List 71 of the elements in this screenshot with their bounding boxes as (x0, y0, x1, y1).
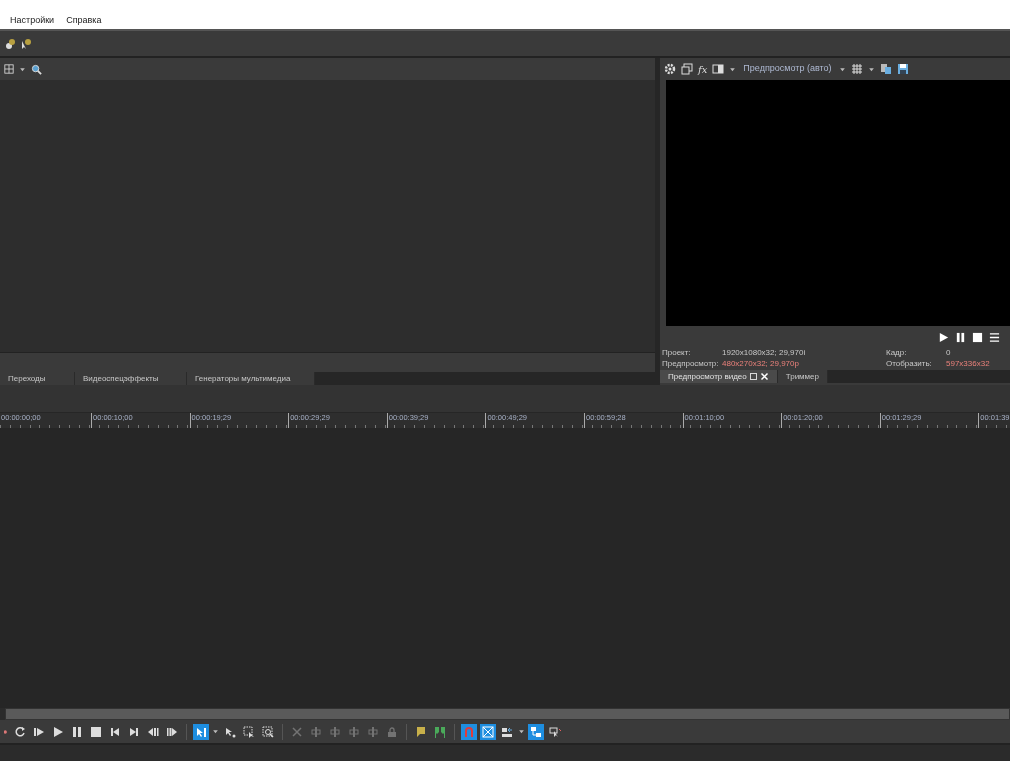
copy-icon[interactable] (879, 63, 892, 75)
menu-icon[interactable] (989, 331, 1000, 343)
windows-icon[interactable] (681, 63, 693, 75)
frame-back-icon (147, 725, 159, 738)
trim-icon (329, 725, 341, 738)
fx-button[interactable]: fx (698, 61, 708, 77)
grid-view-icon[interactable] (4, 64, 14, 74)
trim-icon (367, 725, 379, 738)
info-label: Отобразить: (886, 359, 933, 370)
group-button[interactable] (528, 723, 544, 740)
zoom-button[interactable] (260, 723, 276, 740)
pause-icon[interactable] (955, 331, 966, 343)
caret-icon[interactable] (19, 65, 26, 73)
delete-icon (291, 725, 303, 738)
zoom-icon (262, 725, 274, 738)
close-icon[interactable] (759, 372, 769, 381)
trim-icon (310, 725, 322, 738)
play-icon[interactable] (938, 331, 949, 343)
tab[interactable]: Видеоспецэффекты (75, 372, 187, 385)
stop-icon[interactable] (972, 331, 983, 343)
group-lock-icon (530, 725, 542, 738)
tab[interactable]: Триммер (777, 370, 829, 383)
crossfade-button[interactable] (480, 723, 496, 740)
grid-overlay-icon[interactable] (850, 63, 863, 75)
tab[interactable]: Переходы (0, 372, 75, 385)
info-value: 1920x1080x32; 29,970i (722, 348, 807, 359)
select-icon (243, 725, 255, 738)
edit-tool-icon (195, 725, 207, 738)
region-icon (434, 725, 446, 738)
lock-icon (386, 725, 398, 738)
prev-icon (109, 725, 121, 738)
menu-item[interactable]: Справка (66, 13, 102, 27)
select-button[interactable] (241, 723, 257, 740)
frame-fwd-icon (166, 725, 178, 738)
loop-icon (14, 725, 26, 738)
caret-icon[interactable] (212, 728, 219, 735)
menu-item[interactable]: Настройки (10, 13, 55, 27)
play-start-icon (33, 725, 45, 738)
split-screen-icon[interactable] (712, 63, 725, 75)
pointer-help-icon[interactable] (20, 37, 32, 50)
undock-icon[interactable] (748, 372, 758, 381)
tab[interactable]: Генераторы мультимедиа (187, 372, 315, 385)
pause-icon (71, 725, 83, 738)
stop-icon (90, 725, 102, 738)
edit-button[interactable] (193, 723, 209, 740)
crossfade-icon (482, 725, 494, 738)
info-label: Проект: (662, 348, 692, 359)
next-icon (128, 725, 140, 738)
caret-icon[interactable] (729, 65, 737, 73)
horizontal-scrollbar[interactable] (5, 708, 1010, 720)
info-value: 597x336x32 (946, 359, 991, 370)
info-label: Кадр: (886, 348, 908, 359)
caret-icon[interactable] (518, 728, 525, 735)
hand-help-icon[interactable] (4, 37, 16, 50)
caret-icon[interactable] (867, 65, 875, 73)
play-icon (52, 725, 64, 738)
info-value: 480x270x32; 29,970p (722, 359, 800, 370)
ripple-icon (501, 725, 513, 738)
caret-icon[interactable] (838, 65, 846, 73)
quality-dropdown[interactable]: Предпросмотр (авто) (741, 62, 834, 76)
ignore-group-icon (549, 725, 561, 738)
search-icon[interactable] (31, 63, 42, 75)
info-label: Предпросмотр: (662, 359, 720, 370)
trim-icon (348, 725, 360, 738)
save-icon[interactable] (896, 63, 909, 75)
settings-icon[interactable] (664, 63, 676, 75)
envelope-icon (224, 725, 236, 738)
marker-icon (415, 725, 427, 738)
snap-icon (463, 725, 475, 738)
tab[interactable]: Предпросмотр видео (660, 370, 778, 383)
info-value: 0 (946, 348, 952, 359)
